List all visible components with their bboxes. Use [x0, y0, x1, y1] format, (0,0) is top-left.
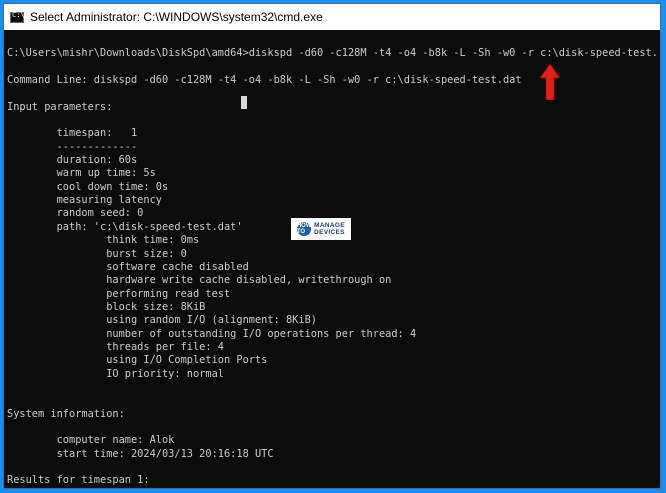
text-cursor: [241, 96, 247, 109]
console-line: using I/O Completion Ports: [7, 354, 268, 367]
console-line: number of outstanding I/O operations per…: [7, 327, 417, 340]
console-line: software cache disabled: [7, 260, 249, 273]
console-line: timespan: 1: [7, 127, 138, 140]
window-title: Select Administrator: C:\WINDOWS\system3…: [30, 10, 323, 24]
watermark-manage: MANAGE: [314, 222, 345, 229]
console-line: Results for timespan 1:: [7, 474, 150, 487]
title-bar[interactable]: C:\ Select Administrator: C:\WINDOWS\sys…: [4, 4, 660, 30]
red-up-arrow-icon: [540, 64, 560, 100]
console-line: Input parameters:: [7, 100, 113, 113]
cmd-window: C:\ Select Administrator: C:\WINDOWS\sys…: [3, 3, 661, 489]
console-line: computer name: Alok: [7, 434, 175, 447]
console-line: threads per file: 4: [7, 340, 224, 353]
console-line: warm up time: 5s: [7, 167, 156, 180]
console-line: using random I/O (alignment: 8KiB): [7, 314, 317, 327]
console-line: C:\Users\mishr\Downloads\DiskSpd\amd64>d…: [7, 47, 656, 60]
console-line: IO priority: normal: [7, 367, 224, 380]
watermark-logo: HOW TO MANAGE DEVICES: [291, 218, 351, 240]
watermark-how: HOW TO: [296, 222, 312, 236]
console-line: hardware write cache disabled, writethro…: [7, 274, 392, 287]
console-line: -------------: [7, 140, 138, 153]
console-line: start time: 2024/03/13 20:16:18 UTC: [7, 447, 274, 460]
console-output[interactable]: C:\Users\mishr\Downloads\DiskSpd\amd64>d…: [7, 34, 656, 488]
console-line: System information:: [7, 407, 125, 420]
console-line: cool down time: 0s: [7, 180, 169, 193]
console-icon: C:\: [10, 11, 25, 23]
console-line: measuring latency: [7, 194, 162, 207]
console-line: performing read test: [7, 287, 231, 300]
console-line: burst size: 0: [7, 247, 187, 260]
watermark-devices: DEVICES: [314, 229, 345, 236]
console-line: block size: 8KiB: [7, 300, 206, 313]
console-line: duration: 60s: [7, 154, 138, 167]
